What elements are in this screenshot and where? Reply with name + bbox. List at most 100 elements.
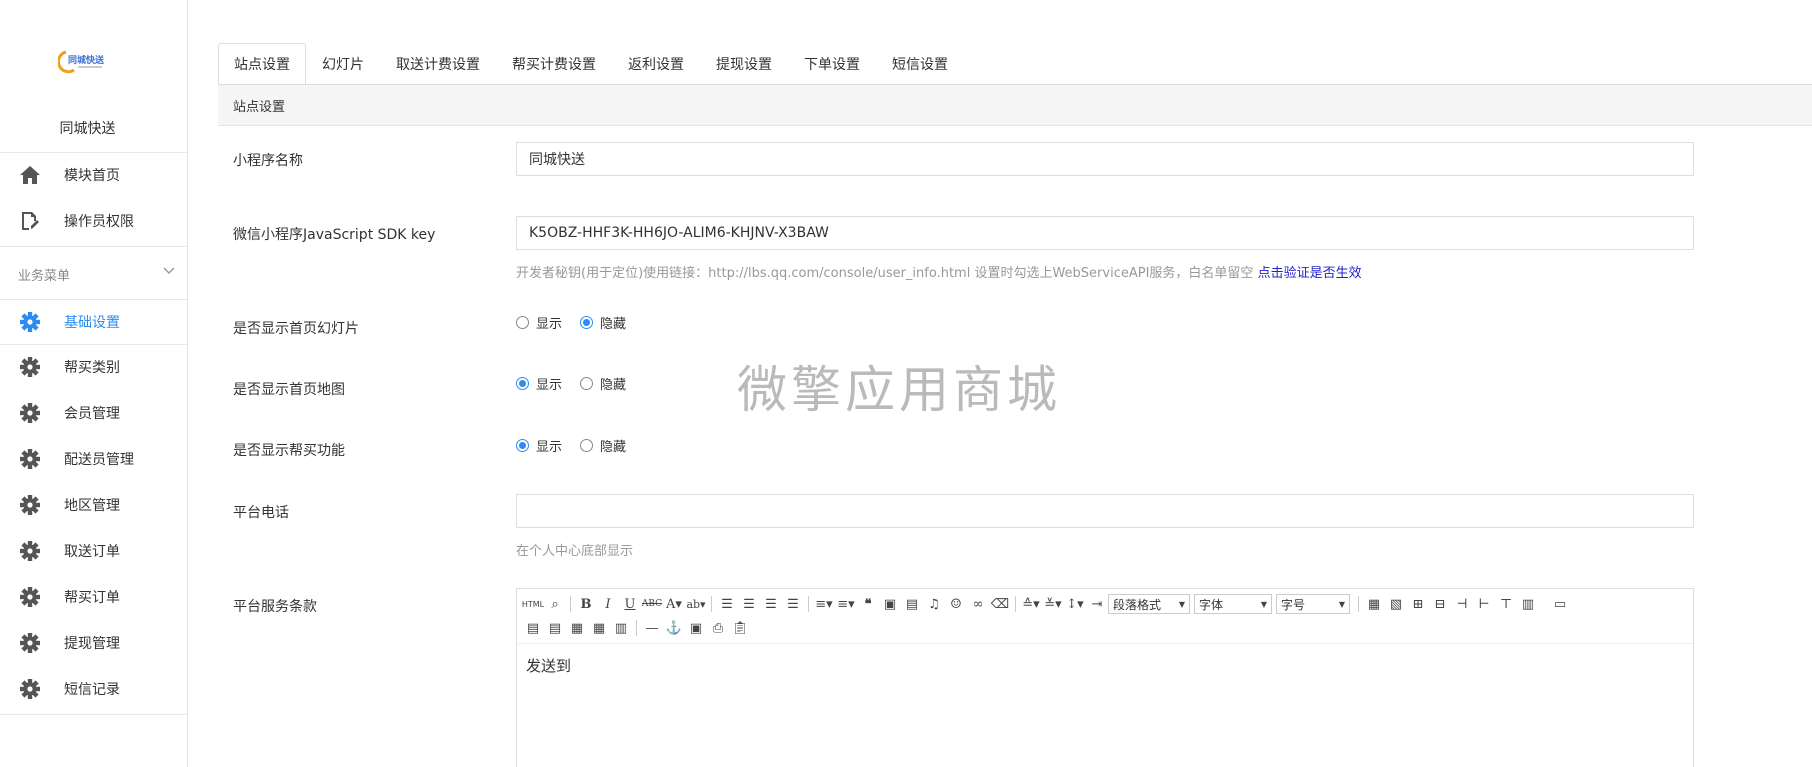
tab-rebate[interactable]: 返利设置 [612,43,700,85]
underline-icon[interactable]: U [619,594,641,614]
delete-col-icon[interactable]: ⊤ [1495,594,1517,614]
paste-icon[interactable]: 📋︎ [729,618,751,638]
blockquote-icon[interactable]: ❝ [857,594,879,614]
merge-down-icon[interactable]: ▤ [544,618,566,638]
strikethrough-icon[interactable]: ABC [641,594,663,614]
emoji-icon[interactable]: ☺ [945,594,967,614]
indent-icon[interactable]: ⇥ [1086,594,1108,614]
caret-down-icon: ▼ [1338,599,1345,609]
split-cols-icon[interactable]: ▥ [610,618,632,638]
preview-icon[interactable]: ⌕ [544,594,566,614]
sdk-key-label: 微信小程序JavaScript SDK key [233,227,436,243]
italic-icon[interactable]: I [597,594,619,614]
delete-row-icon[interactable]: ⊣ [1451,594,1473,614]
insert-col-icon[interactable]: ⊢ [1473,594,1495,614]
radio-dot [580,439,594,452]
delete-table-icon[interactable]: ▧ [1385,594,1407,614]
unordered-list-icon[interactable]: ≡▾ [835,594,857,614]
music-icon[interactable]: ♫ [923,594,945,614]
bold-icon[interactable]: B [575,594,597,614]
font-color-icon[interactable]: A▾ [663,594,685,614]
sidebar-item-regions[interactable]: 地区管理 [0,482,187,528]
insert-table-icon[interactable]: ▦ [1363,594,1385,614]
show-buy-show-radio[interactable]: 显示 [516,436,562,455]
site-name: 同城快送 [59,121,116,137]
align-left-icon[interactable]: ☰ [716,594,738,614]
sidebar-item-label: 配送员管理 [64,452,134,468]
tab-sms[interactable]: 短信设置 [876,43,964,85]
insert-paragraph-before-table-icon[interactable]: ⊞ [1407,594,1429,614]
fullscreen-icon[interactable]: ▭ [1549,594,1571,614]
eraser-icon[interactable]: ⌫ [989,594,1011,614]
terms-editor: HTML ⌕ B I U ABC A▾ ab▾ ☰ ☰ ☰ ☰ ≡▾ ≡▾ ❝ … [516,588,1694,767]
tab-buy-fee[interactable]: 帮买计费设置 [496,43,612,85]
page-break-icon[interactable]: ▣ [685,618,707,638]
sidebar-item-basic-settings[interactable]: 基础设置 [0,299,187,345]
sidebar-item-module-home[interactable]: 模块首页 [0,152,187,198]
toolbar-separator [570,596,571,612]
sdk-key-input[interactable]: K5OBZ-HHF3K-HH6JO-ALIM6-KHJNV-X3BAW [516,216,1694,250]
horizontal-rule-icon[interactable]: — [641,618,663,638]
split-cells-icon[interactable]: ▦ [566,618,588,638]
radio-dot [516,439,529,452]
align-center-icon[interactable]: ☰ [738,594,760,614]
radio-label: 隐藏 [600,317,627,332]
split-rows-icon[interactable]: ▦ [588,618,610,638]
show-buy-hide-radio[interactable]: 隐藏 [580,436,626,455]
print-icon[interactable]: ⎙ [707,618,729,638]
show-buy-label: 是否显示帮买功能 [233,443,345,459]
toolbar-separator [711,596,712,612]
app-name-input[interactable]: 同城快送 [516,142,1694,176]
tab-delivery-fee[interactable]: 取送计费设置 [380,43,496,85]
merge-cells-icon[interactable]: ▥ [1517,594,1539,614]
html-source-icon[interactable]: HTML [522,594,544,614]
phone-input[interactable] [516,494,1694,528]
video-icon[interactable]: ▤ [901,594,923,614]
gear-icon [18,539,42,563]
radio-dot [580,316,594,329]
image-icon[interactable]: ▣ [879,594,901,614]
tab-order[interactable]: 下单设置 [788,43,876,85]
tab-slides[interactable]: 幻灯片 [306,43,380,85]
font-family-select[interactable]: 字体 ▼ [1194,594,1272,614]
gear-icon [18,493,42,517]
highlight-color-icon[interactable]: ab▾ [685,594,707,614]
paragraph-format-select[interactable]: 段落格式 ▼ [1108,594,1190,614]
panel-title: 站点设置 [218,85,1812,126]
anchor-icon[interactable]: ⚓ [663,618,685,638]
sidebar-group-business-menu[interactable]: 业务菜单 [0,256,187,292]
align-right-icon[interactable]: ☰ [760,594,782,614]
insert-row-icon[interactable]: ⊟ [1429,594,1451,614]
caret-down-icon: ▼ [1260,599,1267,609]
show-slides-show-radio[interactable]: 显示 [516,313,562,332]
radio-label: 隐藏 [600,440,627,455]
toolbar-separator [1358,596,1359,612]
show-map-hide-radio[interactable]: 隐藏 [580,374,626,393]
toolbar-separator [1015,596,1016,612]
toolbar-row-1: HTML ⌕ B I U ABC A▾ ab▾ ☰ ☰ ☰ ☰ ≡▾ ≡▾ ❝ … [522,593,1571,615]
merge-right-icon[interactable]: ▤ [522,618,544,638]
line-height-icon[interactable]: ↕▾ [1064,594,1086,614]
sidebar-item-couriers[interactable]: 配送员管理 [0,436,187,482]
sidebar-item-sms-log[interactable]: 短信记录 [0,666,187,712]
row-spacing-top-icon[interactable]: ≙▾ [1020,594,1042,614]
font-size-select[interactable]: 字号 ▼ [1276,594,1350,614]
paragraph-format-value: 段落格式 [1113,597,1162,612]
verify-link[interactable]: 点击验证是否生效 [1258,266,1362,281]
sidebar-item-buy-categories[interactable]: 帮买类别 [0,344,187,390]
link-icon[interactable]: ∞ [967,594,989,614]
ordered-list-icon[interactable]: ≡▾ [813,594,835,614]
align-justify-icon[interactable]: ☰ [782,594,804,614]
show-slides-hide-radio[interactable]: 隐藏 [580,313,626,332]
show-map-show-radio[interactable]: 显示 [516,374,562,393]
sidebar-item-operator-permissions[interactable]: 操作员权限 [0,198,187,244]
sidebar-item-buy-orders[interactable]: 帮买订单 [0,574,187,620]
sidebar-item-delivery-orders[interactable]: 取送订单 [0,528,187,574]
editor-content[interactable]: 发送到 [526,655,571,676]
tab-withdraw[interactable]: 提现设置 [700,43,788,85]
sidebar-item-withdrawals[interactable]: 提现管理 [0,620,187,666]
tab-site-settings[interactable]: 站点设置 [218,43,306,85]
row-spacing-bottom-icon[interactable]: ≚▾ [1042,594,1064,614]
show-buy-radio-group: 显示 隐藏 [516,436,644,455]
sidebar-item-members[interactable]: 会员管理 [0,390,187,436]
